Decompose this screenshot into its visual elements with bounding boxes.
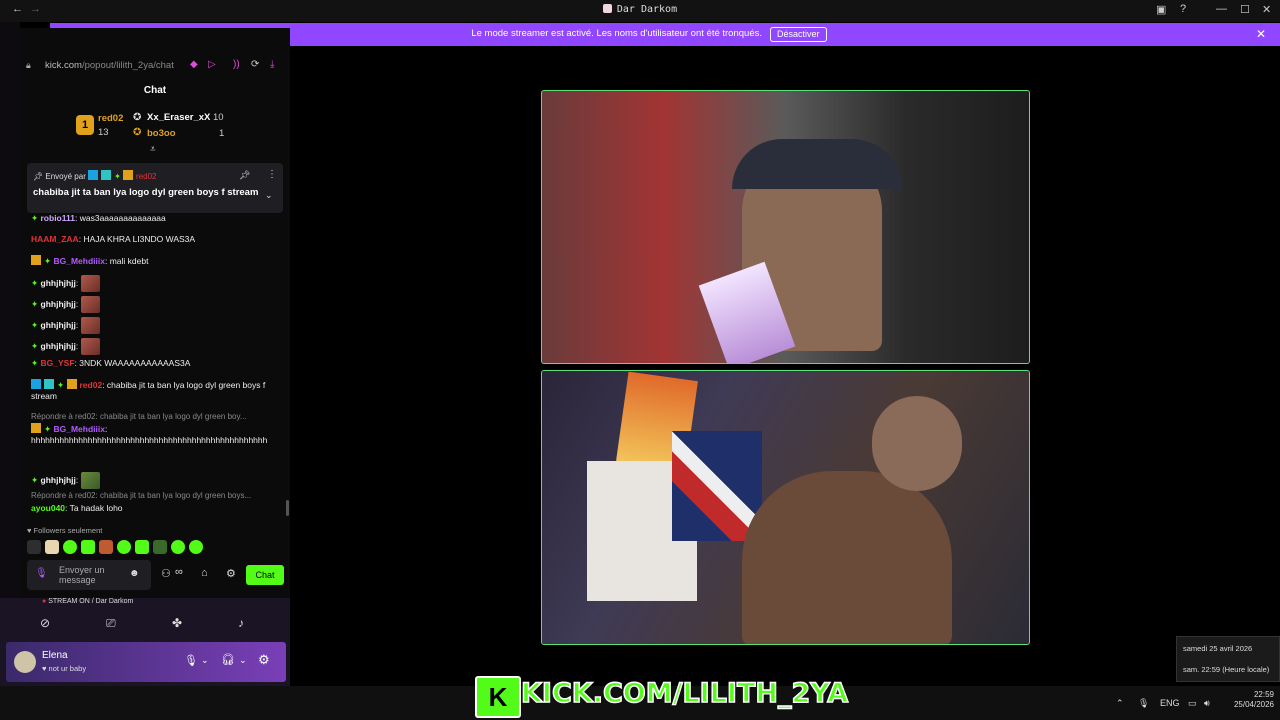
chevron-down-icon[interactable]: ⌄ [201,655,209,666]
pinned-header: 📌︎ Envoyé par ✦ red02 [33,170,157,181]
app-icon [602,4,612,13]
refresh-icon[interactable]: ⟳ [251,59,259,70]
language-label[interactable]: ENG [1160,698,1180,708]
chat-message: ✦ ghhjhjhjj: [31,472,279,489]
reply-context[interactable]: Répondre à red02: chabiba jit ta ban lya… [31,412,279,422]
message-placeholder: Envoyer un message [59,565,105,586]
mic-icon[interactable]: 🎙︎ [184,654,198,667]
clock-tooltip: samedi 25 avril 2026 sam. 22:59 (Heure l… [1176,636,1280,682]
chat-message: ✦ ghhjhjhjj: [31,296,279,313]
settings-icon[interactable]: ⚙ [226,567,236,580]
kick-overlay: K KICK.COM/LILITH_2YA [475,676,849,718]
leader-2-name[interactable]: Xx_Eraser_xX [147,112,210,123]
soundboard-icon[interactable]: ♪ [238,616,244,630]
chat-message: ✦ ghhjhjhjj: [31,338,279,355]
banner-close-icon[interactable]: ✕ [1256,27,1266,41]
gift-icon: ✪ [133,112,142,123]
leader-3-name[interactable]: bo3oo [147,128,176,139]
emote-image [80,338,100,355]
more-icon[interactable]: ⋮ [267,169,277,180]
disable-streamer-button[interactable]: Désactiver [770,27,827,42]
reply-context[interactable]: Répondre à red02: chabiba jit ta ban lya… [31,491,279,501]
gift-icon: ✪ [133,127,142,138]
chat-message: ✦ red02: chabiba jit ta ban lya logo dyl… [31,379,266,401]
mic-icon[interactable]: 🎙︎ [35,568,48,579]
followers-only-label: ♥ Followers seulement [27,526,103,535]
volume-icon[interactable]: 🔊︎ [1204,698,1210,709]
chat-message: HAAM_ZAA: HAJA KHRA LI3NDO WAS3A [31,234,196,244]
cap-shape [732,139,902,189]
window-titlebar: ← → Dar Darkom ▣ ? — ☐ ✕ [0,0,1280,22]
stream-label: ● STREAM ON / Dar Darkom [42,598,134,605]
chat-message: ✦ BG_Mehdiiix: mali kdebt [31,255,279,267]
gear-icon[interactable]: ⚙ [258,652,270,668]
maximize-icon[interactable]: ☐ [1240,3,1250,16]
chat-send-button[interactable]: Chat [246,565,284,585]
camera-off-icon[interactable]: ⊘ [40,616,50,630]
leader-1-name[interactable]: red02 [98,113,123,124]
emote-image [80,296,100,313]
mic-icon[interactable]: 🎙︎ [1138,698,1149,709]
chat-message: ✦ ghhjhjhjj: [31,275,279,292]
tray-chevron-icon[interactable]: ⌃ [1116,698,1124,709]
leader-3-count: 1 [219,128,225,139]
emote-image [80,275,100,292]
taskbar-clock[interactable]: 22:59 25/04/2026 [1214,690,1274,711]
chevron-down-icon[interactable]: ⌄ [265,190,273,201]
audio-icon[interactable]: )) [233,59,240,70]
lock-icon: 🔒︎ [26,60,31,70]
person-silhouette [742,471,952,644]
head-shape [872,396,962,491]
kick-logo-icon: K [475,676,521,718]
emote-image [80,317,100,334]
window-title: Dar Darkom [0,4,1280,15]
pinned-message: 📌︎ Envoyé par ✦ red02 📌︎ ⋮ chabiba jit t… [27,163,283,213]
user-status: ♥ not ur baby [42,664,87,673]
store-icon[interactable]: ⌂ [201,567,208,579]
collapse-icon[interactable]: ⩡ [150,144,156,155]
chat-message: ✦ ghhjhjhjj: [31,317,279,334]
chat-scrollbar[interactable] [286,500,289,516]
close-window-icon[interactable]: ✕ [1262,3,1271,16]
tooltip-date: samedi 25 avril 2026 [1183,644,1253,653]
pin-icon[interactable]: 📌︎ [239,170,250,181]
chat-message: ✦ robio111: was3aaaaaaaaaaaaaa [31,213,166,223]
emote-image [80,472,100,489]
download-icon[interactable]: ⤓ [270,59,274,70]
user-name: Elena [42,650,68,661]
server-strip [0,22,20,682]
leader-1-count: 13 [98,127,109,138]
screen-icon[interactable]: ▣ [1156,3,1166,16]
chevron-down-icon[interactable]: ⌄ [239,655,247,666]
headphones-icon[interactable]: 🎧︎ [221,653,235,666]
chat-message: ✦ BG_Mehdiiix: hhhhhhhhhhhhhhhhhhhhhhhhhh… [31,423,268,445]
chat-message: ayou040: Ta hadak loho [31,503,123,513]
tooltip-time: sam. 22:59 (Heure locale) [1183,665,1270,674]
emote-bar[interactable] [27,540,217,556]
play-icon[interactable]: ▷ [208,59,216,70]
network-icon[interactable]: ▭ [1188,698,1197,709]
url-text[interactable]: kick.com/popout/lilith_2ya/chat [45,60,174,71]
shield-icon[interactable]: ◆ [190,59,198,70]
kick-url-overlay: KICK.COM/LILITH_2YA [520,677,849,710]
user-panel: Elena ♥ not ur baby 🎙︎ ⌄ 🎧︎ ⌄ ⚙ [6,642,286,682]
help-icon[interactable]: ? [1180,3,1186,15]
pinned-text: chabiba jit ta ban lya logo dyl green bo… [33,187,259,198]
avatar[interactable] [14,651,36,673]
infinity-icon[interactable]: ∞ [175,566,183,578]
leaderboard-rank: 1 [76,115,94,135]
webcam-bottom [541,370,1030,645]
activities-icon[interactable]: ✤ [172,616,182,630]
leader-2-count: 10 [213,112,224,123]
url-bar: 🔒︎ kick.com/popout/lilith_2ya/chat ◆ ▷ )… [20,56,290,76]
webcam-top [541,90,1030,364]
chat-message: ✦ BG_YSF: 3NDK WAAAAAAAAAAAS3A [31,358,191,368]
points-icon[interactable]: ⚇ [161,567,171,580]
message-input[interactable]: 🎙︎ Envoyer un message ☻ [27,560,151,590]
screenshare-icon[interactable]: ⎚ [106,616,116,631]
emoji-icon[interactable]: ☻ [129,568,140,579]
chat-title: Chat [143,85,167,96]
minimize-icon[interactable]: — [1216,3,1227,15]
